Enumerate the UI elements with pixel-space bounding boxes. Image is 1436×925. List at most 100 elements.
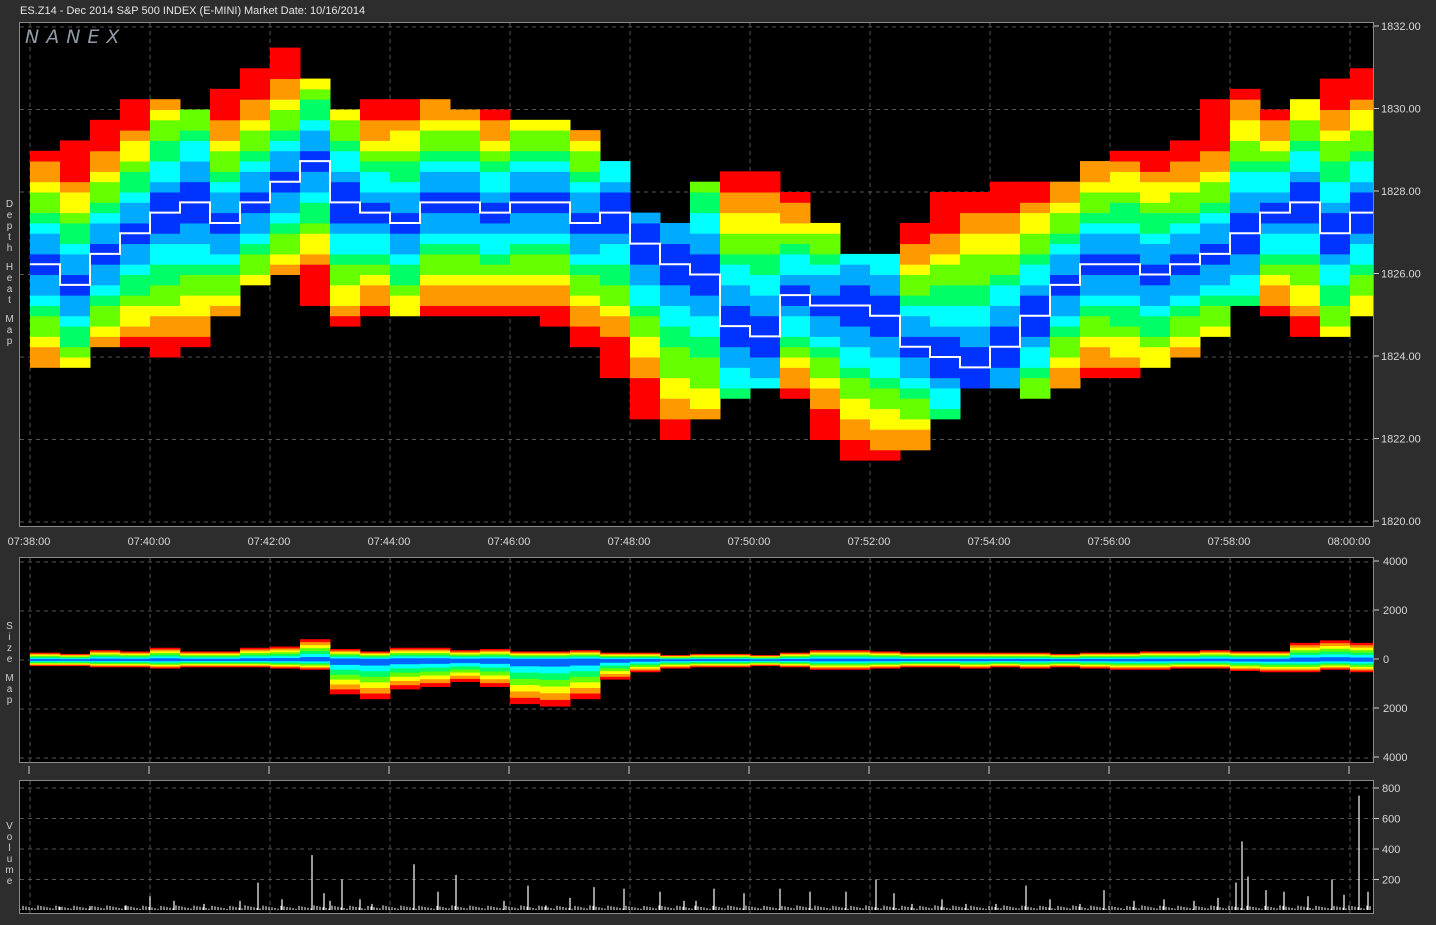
heat-cell [1170,295,1201,306]
heat-cell [690,336,721,348]
heat-cell [1050,284,1081,296]
heat-cell [210,295,241,306]
heat-cell [300,150,331,162]
heat-cell [210,150,241,162]
heat-cell [1320,305,1351,317]
heat-cell [150,222,181,234]
heat-cell [570,171,601,183]
heat-cell [960,295,991,306]
heat-cell [150,326,181,337]
heat-cell [1110,171,1141,183]
heat-cell [1230,253,1261,265]
heat-cell [450,119,481,131]
heat-cell [360,305,391,317]
heat-cell [180,336,211,348]
heat-cell [180,181,211,193]
size-bar-negative [510,660,541,667]
heat-cell [960,212,991,224]
heat-cell [30,243,61,255]
heat-cell [510,140,541,152]
volume-panel[interactable] [19,780,1374,914]
size-bar-positive [1020,658,1051,660]
heat-cell [1230,222,1261,234]
volume-axis: 800 600 400 200 [1374,783,1400,887]
heat-cell [1080,264,1111,275]
heat-cell [870,387,901,399]
heat-cell [900,295,931,306]
heat-cell [300,109,331,121]
size-map-panel[interactable] [19,557,1374,763]
heat-cell [90,222,121,234]
heat-cell [1170,336,1201,348]
heat-cell [1050,253,1081,265]
heat-cell [1260,222,1291,234]
size-bar-negative [240,660,271,662]
heat-cell [120,181,151,193]
heat-cell [990,336,1021,348]
heat-cell [810,295,841,306]
heat-cell [30,315,61,327]
heat-cell [510,171,541,183]
heat-cell [330,119,361,131]
heat-cell [840,398,871,410]
heat-cell [1200,212,1231,224]
heat-cell [1080,192,1111,203]
heat-cell [750,295,781,306]
heat-cell [60,274,91,286]
heat-cell [630,336,661,348]
heat-cell [390,202,421,214]
heat-cell [1020,305,1051,317]
price-tick-label: 1820.00 [1381,516,1421,528]
time-tick-label: 07:38:00 [8,536,51,548]
heat-cell [1080,336,1111,348]
heat-cell [780,212,811,224]
heat-cell [690,222,721,234]
heat-cell [450,212,481,224]
heat-cell [30,357,61,368]
heat-cell [660,253,691,265]
heat-cell [30,233,61,245]
heat-cell [600,367,631,379]
heat-cell [240,253,271,265]
heat-cell [150,264,181,275]
heat-cell [1200,264,1231,275]
heat-cell [540,140,571,152]
heat-cell [210,130,241,141]
heat-cell [990,367,1021,379]
heat-cell [300,202,331,214]
heat-cell [1350,109,1373,121]
heat-cell [1320,202,1351,214]
heat-cell [120,222,151,234]
heat-cell [300,222,331,234]
heat-cell [660,357,691,368]
heat-cell [1230,274,1261,286]
size-bar-negative [900,660,931,662]
heat-cell [780,346,811,358]
size-bar-negative [750,660,781,661]
heat-cell [600,346,631,358]
heat-cell [510,202,541,214]
heat-cell [1080,171,1111,183]
size-bar-positive [30,658,61,660]
heat-cell [1170,140,1201,152]
heat-cell [150,140,181,152]
heat-cell [210,222,241,234]
heat-cell [870,346,901,358]
heat-cell [1080,305,1111,317]
heat-cell [1200,181,1231,193]
heat-cell [1140,346,1171,358]
heat-cell [960,243,991,255]
depth-heat-map-panel[interactable] [19,22,1374,527]
heat-cell [480,119,511,131]
size-bar-negative [1110,660,1141,662]
heat-cell [150,243,181,255]
heat-cell [1170,171,1201,183]
heat-cell [1290,326,1321,337]
heat-cell [660,222,691,234]
heat-cell [990,243,1021,255]
heat-cell [1230,243,1261,255]
heat-cell [840,274,871,286]
heat-cell [1140,274,1171,286]
heat-cell [570,243,601,255]
heat-cell [990,346,1021,358]
